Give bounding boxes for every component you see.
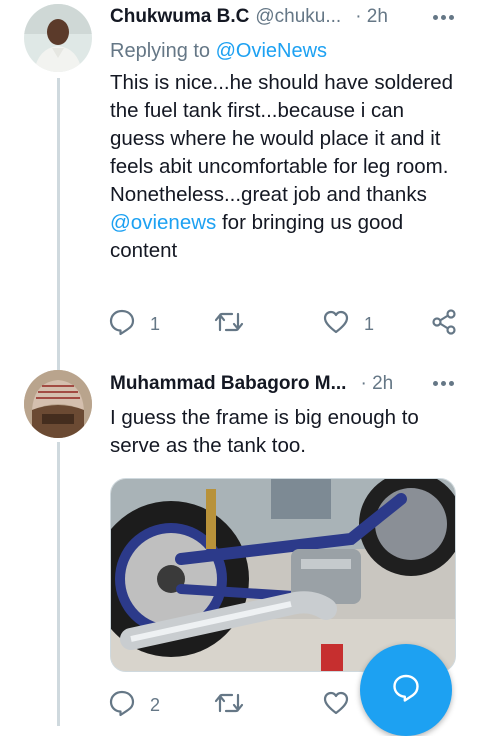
tweet-text: This is nice...he should have soldered t… [110,69,460,265]
tweet-actions: 1 1 [108,308,458,341]
reply-count: 2 [150,694,161,715]
reply-icon [108,689,136,722]
retweet-icon [214,689,244,722]
compose-reply-icon [391,673,421,708]
heart-icon [322,308,350,341]
retweet-icon [214,308,244,341]
reply-button[interactable]: 1 [108,309,160,339]
replying-prefix: Replying to [110,40,211,62]
tweet-header: Chukwuma B.C @chuku... · 2h [110,3,456,31]
heart-icon [322,689,350,722]
tweet-header: Muhammad Babagoro M... · 2h [110,370,456,398]
tweet-text-para1: This is nice...he should have soldered t… [110,71,454,178]
tweet-text-span: Nonetheless...great job and thanks [110,183,427,206]
tweet-media-image[interactable] [110,478,456,672]
replying-mention-link[interactable]: @OvieNews [216,40,327,62]
retweet-button[interactable] [214,309,258,339]
replying-to: Replying to @OvieNews [110,40,327,63]
author-name[interactable]: Chukwuma B.C [110,6,249,28]
share-button[interactable] [430,308,458,341]
avatar-chukwuma[interactable] [24,4,92,72]
reply-button[interactable]: 2 [108,690,160,720]
like-button[interactable] [322,690,364,720]
author-handle[interactable]: @chuku... [255,6,341,28]
thread-line [57,78,60,364]
like-button[interactable]: 1 [322,309,374,339]
like-count: 1 [364,313,375,334]
avatar-muhammad[interactable] [24,370,92,438]
more-dots-icon[interactable] [433,381,454,386]
motorcycle-photo [111,479,455,671]
tweet-time[interactable]: · 2h [360,373,393,395]
compose-reply-button[interactable] [360,644,452,736]
tweet-chukwuma[interactable]: Chukwuma B.C @chuku... · 2h Replying to … [0,0,480,364]
author-name[interactable]: Muhammad Babagoro M... [110,373,346,395]
share-icon [430,308,458,341]
more-dots-icon[interactable] [433,15,454,20]
thread-line [57,442,60,726]
tweet-text: I guess the frame is big enough to serve… [110,406,419,457]
tweet-text-para2: Nonetheless...great job and thanks @ovie… [110,181,460,265]
reply-icon [108,308,136,341]
reply-count: 1 [150,313,161,334]
mention-link[interactable]: @ovienews [110,211,216,234]
retweet-button[interactable] [214,690,258,720]
tweet-time[interactable]: · 2h [355,6,388,28]
